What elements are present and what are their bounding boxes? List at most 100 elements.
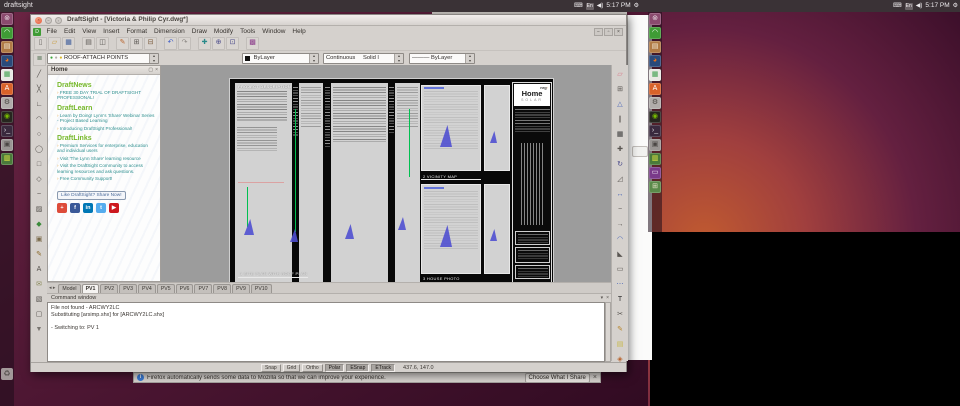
line-style-combo[interactable]: Continuous Solid l ▴ ▾ xyxy=(323,53,404,64)
sheet-tab[interactable]: PV8 xyxy=(213,284,232,293)
close-button[interactable]: × xyxy=(35,17,42,24)
files-icon[interactable]: ▤ xyxy=(1,41,13,53)
minimize-button[interactable]: − xyxy=(45,17,52,24)
copy-tool-icon[interactable]: ⊞ xyxy=(615,84,626,95)
layers-manager-icon[interactable]: ▩ xyxy=(246,37,259,50)
news-link[interactable]: FREE 30 DAY TRIAL OF DRAFTSIGHT PROFESSI… xyxy=(57,90,155,101)
undo-icon[interactable]: ↶ xyxy=(164,37,177,50)
ellipse-tool-icon[interactable]: ◯ xyxy=(34,144,45,155)
dash-home-icon[interactable]: ⊚ xyxy=(649,13,661,25)
sheet-tab[interactable]: PV10 xyxy=(250,284,272,293)
image-tool-icon[interactable]: ▣ xyxy=(34,234,45,245)
workspace-icon[interactable]: ⊞ xyxy=(649,181,661,193)
menu-item[interactable]: Draw xyxy=(188,26,210,37)
software-center-icon[interactable]: A xyxy=(1,83,13,95)
twitter-icon[interactable]: t xyxy=(96,203,106,214)
layer-combo[interactable]: ● ● ● ROOF-ATTACH POINTS ▴ ▾ xyxy=(47,53,159,64)
circle-tool-icon[interactable]: ○ xyxy=(34,129,45,140)
polygon-tool-icon[interactable]: ◇ xyxy=(34,174,45,185)
drawing-canvas[interactable]: PROJECT DESCRIPTION 1 SITE PLAN WITH ROO… xyxy=(161,65,611,282)
system-settings-icon[interactable]: ⚙ xyxy=(1,97,13,109)
youtube-icon[interactable]: ▶ xyxy=(109,203,119,214)
googleplus-icon[interactable]: + xyxy=(57,203,67,214)
tab-scroll-arrows[interactable]: ◂ ▸ xyxy=(49,283,55,293)
libreoffice-calc-icon[interactable]: ▦ xyxy=(649,69,661,81)
status-toggle[interactable]: Polar xyxy=(324,363,345,372)
extend-tool-icon[interactable]: → xyxy=(615,219,626,230)
nvidia-settings-icon[interactable]: ◉ xyxy=(1,111,13,123)
color-fill-tool-icon[interactable]: ◈ xyxy=(615,354,626,365)
chamfer-tool-icon[interactable]: ◣ xyxy=(615,249,626,260)
combo-stepper[interactable]: ▴ ▾ xyxy=(149,54,158,63)
menu-item[interactable]: File xyxy=(43,26,60,37)
session-gear-icon[interactable]: ⚙ xyxy=(634,0,639,12)
menu-item[interactable]: Help xyxy=(289,26,309,37)
zoom-dynamic-icon[interactable]: ⊕ xyxy=(212,37,225,50)
session-gear-icon[interactable]: ⚙ xyxy=(953,0,958,12)
sheet-tab[interactable]: PV4 xyxy=(138,284,156,293)
stamp-tool-icon[interactable]: ▧ xyxy=(34,294,45,305)
edit-polyline-tool-icon[interactable]: ▭ xyxy=(615,264,626,275)
scale-tool-icon[interactable]: ◿ xyxy=(615,174,626,185)
arrow-down-tool-icon[interactable]: ▼ xyxy=(34,324,45,335)
status-toggle[interactable]: Grid xyxy=(282,363,301,372)
archive-manager-icon[interactable]: ▣ xyxy=(1,139,13,151)
volume-icon[interactable]: ◀) xyxy=(916,0,923,12)
sheet-tab[interactable]: PV5 xyxy=(156,284,175,293)
text-edit-tool-icon[interactable]: T xyxy=(615,294,626,305)
system-monitor-icon[interactable]: ▥ xyxy=(649,153,661,165)
draftsight-icon[interactable]: ◠ xyxy=(1,27,13,39)
rotate-tool-icon[interactable]: ↻ xyxy=(615,159,626,170)
status-toggle[interactable]: Ortho xyxy=(302,363,323,372)
menu-item[interactable]: Modify xyxy=(210,26,236,37)
libreoffice-calc-icon[interactable]: ▦ xyxy=(1,69,13,81)
dock-icon[interactable]: ▾ xyxy=(601,295,604,301)
popout-icon[interactable]: ▢ xyxy=(148,67,153,73)
menu-item[interactable]: Tools xyxy=(237,26,259,37)
trim-tool-icon[interactable]: − xyxy=(615,204,626,215)
print-icon[interactable]: ▤ xyxy=(82,37,95,50)
sheet-tab[interactable]: PV6 xyxy=(175,284,194,293)
sheet-tab[interactable]: PV1 xyxy=(81,284,100,293)
open-file-icon[interactable]: ▱ xyxy=(48,37,61,50)
language-indicator[interactable]: En xyxy=(904,2,913,10)
terminal-icon[interactable]: ›_ xyxy=(649,125,661,137)
trash-icon[interactable]: ♻ xyxy=(1,368,13,380)
document-minimize-button[interactable]: − xyxy=(594,28,603,36)
hatch-tool-icon[interactable]: ▨ xyxy=(34,204,45,215)
clock[interactable]: 5:17 PM xyxy=(606,0,630,12)
mirror-tool-icon[interactable]: △ xyxy=(615,99,626,110)
close-icon[interactable]: × xyxy=(593,373,597,382)
system-settings-icon[interactable]: ⚙ xyxy=(649,97,661,109)
spline-tool-icon[interactable]: ~ xyxy=(34,189,45,200)
pattern-tool-icon[interactable]: ▦ xyxy=(615,129,626,140)
links-link[interactable]: Premium Services for enterprise, educati… xyxy=(57,143,155,154)
construction-line-tool-icon[interactable]: ╳ xyxy=(34,84,45,95)
text-tool-icon[interactable]: A xyxy=(34,264,45,275)
close-icon[interactable]: × xyxy=(606,295,609,301)
command-window-header[interactable]: Command window ▾ × xyxy=(47,293,611,302)
line-weight-combo[interactable]: ——— ByLayer ▴ ▾ xyxy=(409,53,475,64)
save-icon[interactable]: ▦ xyxy=(62,37,75,50)
share-now-button[interactable]: Like DraftSight? Share Now! xyxy=(57,191,126,201)
note-tool-icon[interactable]: ✎ xyxy=(34,249,45,260)
arc-tool-icon[interactable]: ◠ xyxy=(34,114,45,125)
format-painter-icon[interactable]: ✎ xyxy=(116,37,129,50)
delete-tool-icon[interactable]: ▱ xyxy=(615,69,626,80)
region-tool-icon[interactable]: ▢ xyxy=(34,309,45,320)
choose-what-i-share-button[interactable]: Choose What I Share xyxy=(524,372,590,383)
line-color-combo[interactable]: ByLayer ▴ ▾ xyxy=(242,53,319,64)
split-tool-icon[interactable]: ✂ xyxy=(615,309,626,320)
links-link[interactable]: Visit 'The Lynn Share' learning resource xyxy=(57,156,155,161)
menu-item[interactable]: Insert xyxy=(100,26,123,37)
envelope-tool-icon[interactable]: ✉ xyxy=(34,279,45,290)
links-link[interactable]: Visit the DraftSight Community to access… xyxy=(57,163,155,174)
sheet-tab[interactable]: PV3 xyxy=(119,284,137,293)
firefox-icon[interactable]: ◕ xyxy=(1,55,13,67)
status-toggle[interactable]: ETrack xyxy=(371,363,396,372)
software-center-icon[interactable]: A xyxy=(649,83,661,95)
offset-tool-icon[interactable]: ∥ xyxy=(615,114,626,125)
displays-icon[interactable]: ▭ xyxy=(649,167,661,179)
properties-paint-tool-icon[interactable]: ✎ xyxy=(615,324,626,335)
combo-stepper[interactable]: ▴ ▾ xyxy=(394,54,403,63)
